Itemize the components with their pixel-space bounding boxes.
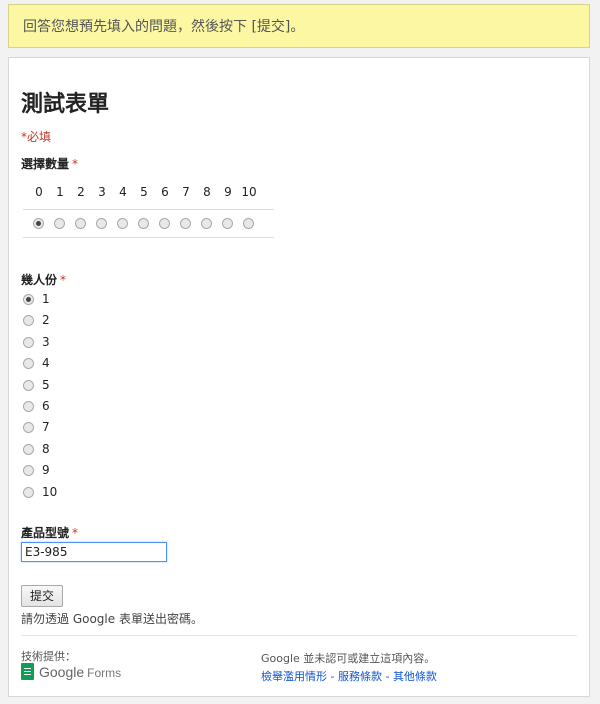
people-option-2[interactable]: 3: [23, 334, 50, 350]
people-option-7[interactable]: 8: [23, 441, 50, 457]
google-forms-icon: [21, 663, 34, 680]
quantity-radio-8[interactable]: [201, 218, 212, 229]
scale-label-10: 10: [241, 185, 257, 199]
people-option-label: 2: [42, 313, 50, 327]
required-star: *: [72, 526, 79, 540]
people-radio-8[interactable]: [23, 464, 34, 476]
submit-button[interactable]: 提交: [21, 585, 63, 607]
scale-label-1: 1: [56, 185, 64, 199]
footer-links: 檢舉濫用情形 - 服務條款 - 其他條款: [261, 668, 437, 684]
powered-by-label: 技術提供：: [21, 650, 76, 663]
disclaimer: Google 並未認可或建立這項內容。: [261, 652, 436, 665]
people-option-label: 10: [42, 485, 58, 499]
scale-label-6: 6: [161, 185, 169, 199]
quantity-radio-3[interactable]: [96, 218, 107, 229]
question-people-text: 幾人份: [21, 273, 58, 287]
question-quantity-text: 選擇數量: [21, 157, 70, 171]
people-option-label: 6: [42, 399, 50, 413]
scale-label-5: 5: [140, 185, 148, 199]
scale-label-0: 0: [35, 185, 43, 199]
brand-forms: Forms: [87, 665, 122, 680]
product-number-input[interactable]: [21, 542, 167, 562]
brand-google: Google: [39, 663, 85, 680]
prefill-banner-text: 回答您想預先填入的問題，然後按下 [提交]。: [23, 19, 305, 35]
required-star: *: [72, 157, 79, 171]
quantity-radio-10[interactable]: [243, 218, 254, 229]
scale-label-3: 3: [98, 185, 106, 199]
people-radio-0[interactable]: [23, 293, 34, 305]
scale-radios: [23, 209, 274, 237]
required-note: *必填: [21, 130, 52, 144]
scale-label-9: 9: [224, 185, 232, 199]
people-option-label: 9: [42, 463, 50, 477]
report-abuse-link[interactable]: 檢舉濫用情形: [261, 670, 327, 683]
quantity-radio-5[interactable]: [138, 218, 149, 229]
form-title: 測試表單: [21, 92, 110, 117]
people-option-1[interactable]: 2: [23, 312, 50, 328]
people-option-3[interactable]: 4: [23, 355, 50, 371]
scale-label-8: 8: [203, 185, 211, 199]
people-option-label: 5: [42, 378, 50, 392]
quantity-radio-2[interactable]: [75, 218, 86, 229]
people-radio-2[interactable]: [23, 336, 34, 348]
people-option-label: 3: [42, 335, 50, 349]
people-option-label: 1: [42, 292, 50, 306]
people-radio-6[interactable]: [23, 421, 34, 433]
password-warning: 請勿透過 Google 表單送出密碼。: [21, 612, 203, 626]
scale-label-4: 4: [119, 185, 127, 199]
google-forms-wordmark: Google Forms: [39, 664, 121, 680]
people-option-9[interactable]: 10: [23, 484, 57, 500]
footer-divider: [21, 635, 577, 636]
quantity-scale: 0 1 2 3 4 5 6 7 8 9 10: [23, 179, 274, 238]
question-quantity-label: 選擇數量 *: [21, 155, 78, 172]
form-card: 測試表單 *必填 選擇數量 * 0 1 2 3 4 5 6 7 8 9 10 幾人份 * 1234567…: [8, 57, 590, 697]
people-radio-5[interactable]: [23, 400, 34, 412]
link-separator: -: [327, 670, 338, 683]
people-option-label: 4: [42, 356, 50, 370]
people-option-5[interactable]: 6: [23, 398, 50, 414]
scale-label-2: 2: [77, 185, 85, 199]
scale-label-7: 7: [182, 185, 190, 199]
people-option-label: 8: [42, 442, 50, 456]
scale-labels: 0 1 2 3 4 5 6 7 8 9 10: [23, 179, 274, 209]
additional-terms-link[interactable]: 其他條款: [393, 670, 437, 683]
quantity-radio-7[interactable]: [180, 218, 191, 229]
people-radio-1[interactable]: [23, 314, 34, 326]
prefill-banner: 回答您想預先填入的問題，然後按下 [提交]。: [8, 4, 590, 48]
people-radio-4[interactable]: [23, 379, 34, 391]
quantity-radio-1[interactable]: [54, 218, 65, 229]
people-radio-7[interactable]: [23, 443, 34, 455]
people-option-0[interactable]: 1: [23, 291, 50, 307]
quantity-radio-6[interactable]: [159, 218, 170, 229]
quantity-radio-9[interactable]: [222, 218, 233, 229]
question-product-label: 產品型號 *: [21, 524, 78, 541]
people-radio-3[interactable]: [23, 357, 34, 369]
quantity-radio-0[interactable]: [33, 218, 44, 229]
people-option-6[interactable]: 7: [23, 419, 50, 435]
people-radio-9[interactable]: [23, 486, 34, 498]
scale-divider-bottom: [23, 237, 274, 238]
question-product-text: 產品型號: [21, 526, 70, 540]
quantity-radio-4[interactable]: [117, 218, 128, 229]
people-option-4[interactable]: 5: [23, 377, 50, 393]
google-forms-logo[interactable]: Google Forms: [21, 663, 121, 680]
terms-of-service-link[interactable]: 服務條款: [338, 670, 382, 683]
required-star: *: [60, 273, 67, 287]
people-option-8[interactable]: 9: [23, 462, 50, 478]
link-separator: -: [381, 670, 393, 683]
people-option-label: 7: [42, 420, 50, 434]
question-people-label: 幾人份 *: [21, 271, 66, 288]
